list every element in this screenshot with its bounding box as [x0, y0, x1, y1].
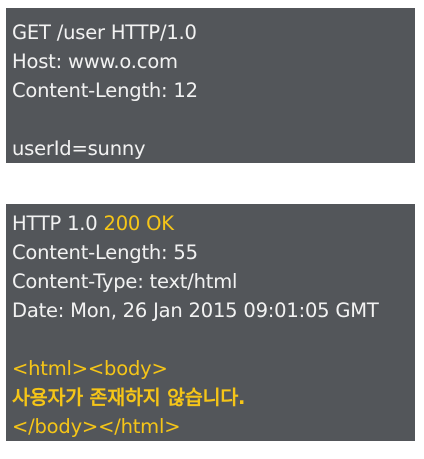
request-line: GET /user HTTP/1.0 [12, 21, 197, 44]
host-header: Host: www.o.com [12, 50, 178, 73]
html-body-close: </body></html> [12, 415, 181, 438]
content-length-header: Content-Length: 12 [12, 79, 198, 102]
content-type-header: Content-Type: text/html [12, 270, 238, 293]
html-body-open: <html><body> [12, 357, 168, 380]
date-header: Date: Mon, 26 Jan 2015 09:01:05 GMT [12, 299, 379, 322]
http-request-panel: GET /user HTTP/1.0 Host: www.o.com Conte… [6, 8, 415, 163]
status-code: 200 OK [103, 212, 175, 235]
content-length-header: Content-Length: 55 [12, 241, 198, 264]
status-prefix: HTTP 1.0 [12, 212, 104, 235]
html-body-message: 사용자가 존재하지 않습니다. [12, 386, 246, 409]
request-body: userId=sunny [12, 137, 146, 160]
http-response-panel: HTTP 1.0 200 OK Content-Length: 55 Conte… [6, 204, 415, 441]
status-line: HTTP 1.0 200 OK [12, 209, 409, 238]
